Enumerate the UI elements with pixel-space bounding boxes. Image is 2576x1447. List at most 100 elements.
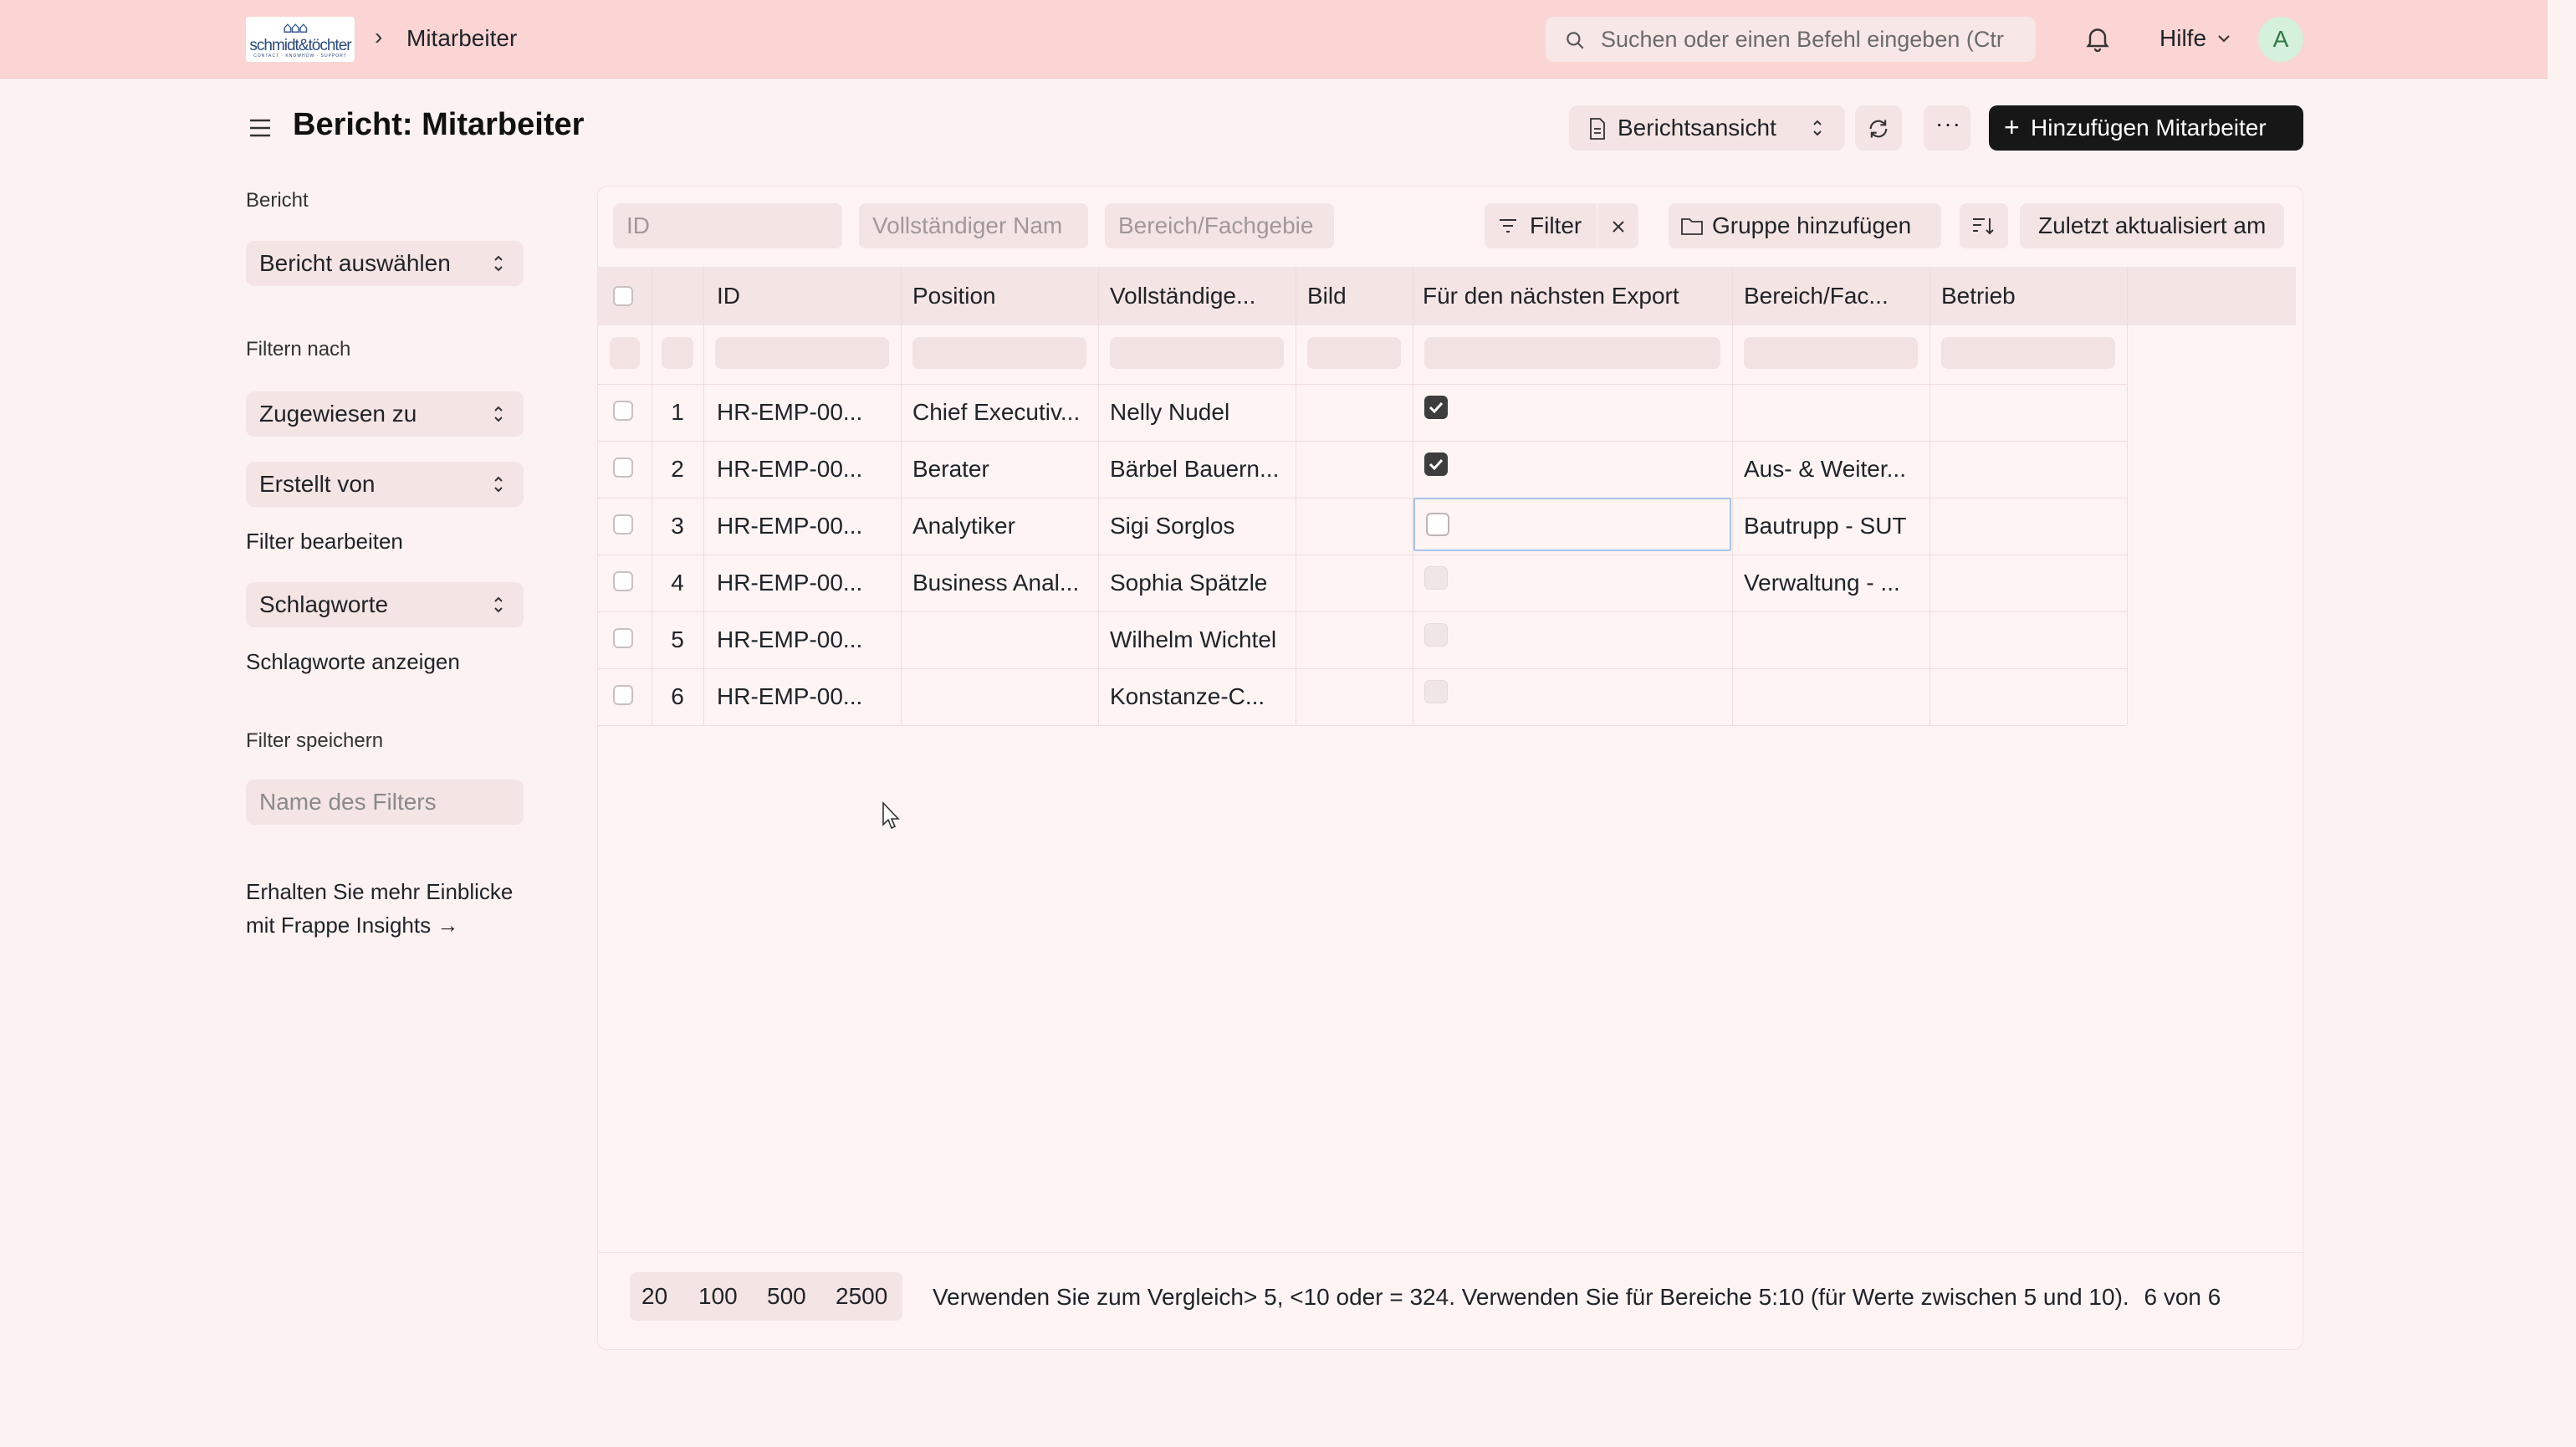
company-logo[interactable]: ⌂⌂⌂ schmidt&töchter CONTACT · KNOWHOW · …: [246, 17, 355, 62]
export-checkbox[interactable]: [1424, 453, 1448, 476]
report-view-selector[interactable]: Berichtsansicht: [1569, 105, 1845, 151]
area-filter-input[interactable]: [1105, 203, 1334, 248]
cell-area[interactable]: Bautrupp - SUT: [1744, 498, 1924, 555]
sort-order-button[interactable]: [1960, 203, 2008, 248]
sort-order-icon: [1973, 218, 1994, 235]
row-checkbox[interactable]: [613, 458, 633, 478]
report-select-label: Bericht auswählen: [259, 250, 451, 276]
plus-icon: +: [2004, 112, 2020, 142]
cell-position[interactable]: [912, 668, 1093, 725]
column-header-position[interactable]: Position: [912, 267, 1096, 325]
cell-area[interactable]: [1744, 384, 1924, 441]
row-filter-cell[interactable]: [1110, 337, 1284, 369]
row-filter-cell[interactable]: [912, 337, 1086, 369]
reload-button[interactable]: [1855, 105, 1902, 151]
row-checkbox[interactable]: [613, 628, 633, 648]
cell-operation[interactable]: [1941, 384, 2122, 441]
export-checkbox[interactable]: [1424, 566, 1448, 590]
cell-id[interactable]: HR-EMP-00...: [717, 611, 892, 668]
chevron-down-icon[interactable]: [2216, 33, 2231, 43]
row-checkbox[interactable]: [613, 514, 633, 534]
cell-id[interactable]: HR-EMP-00...: [717, 498, 892, 555]
hamburger-menu-icon[interactable]: [248, 115, 273, 141]
row-filter-cell[interactable]: [1941, 337, 2115, 369]
row-filter-cell[interactable]: [1307, 337, 1401, 369]
bell-icon[interactable]: [2083, 23, 2113, 54]
cell-position[interactable]: Chief Executiv...: [912, 384, 1093, 441]
report-select[interactable]: Bericht auswählen: [246, 241, 524, 286]
cell-full-name[interactable]: Bärbel Bauern...: [1110, 441, 1291, 498]
cell-operation[interactable]: [1941, 498, 2122, 555]
cell-position[interactable]: Berater: [912, 441, 1093, 498]
breadcrumb[interactable]: Mitarbeiter: [406, 25, 517, 52]
select-all-checkbox[interactable]: [613, 286, 633, 306]
check-icon: [1429, 401, 1444, 414]
cell-position[interactable]: [912, 611, 1093, 668]
row-checkbox[interactable]: [613, 401, 633, 421]
cell-area[interactable]: [1744, 668, 1924, 725]
add-employee-button[interactable]: + Hinzufügen Mitarbeiter: [1989, 105, 2303, 151]
cell-id[interactable]: HR-EMP-00...: [717, 384, 892, 441]
filter-syntax-hint: Verwenden Sie zum Vergleich> 5, <10 oder…: [933, 1284, 2129, 1310]
assigned-to-select[interactable]: Zugewiesen zu: [246, 391, 524, 437]
export-checkbox[interactable]: [1424, 396, 1448, 419]
page-size-100[interactable]: 100: [698, 1272, 738, 1321]
help-menu[interactable]: Hilfe: [2159, 25, 2206, 52]
focused-cell[interactable]: [1413, 498, 1731, 551]
id-filter-input[interactable]: [613, 203, 842, 248]
row-filter-cell[interactable]: [715, 337, 889, 369]
cell-full-name[interactable]: Wilhelm Wichtel: [1110, 611, 1291, 668]
show-tags-link[interactable]: Schlagworte anzeigen: [246, 649, 460, 675]
export-checkbox[interactable]: [1424, 623, 1448, 647]
avatar[interactable]: A: [2258, 17, 2303, 62]
cell-full-name[interactable]: Sophia Spätzle: [1110, 555, 1291, 611]
cell-operation[interactable]: [1941, 668, 2122, 725]
export-checkbox[interactable]: [1424, 680, 1448, 703]
row-filter-cell[interactable]: [610, 337, 640, 369]
row-filter-cell[interactable]: [1424, 337, 1720, 369]
page-size-500[interactable]: 500: [767, 1272, 806, 1321]
sort-field-label: Zuletzt aktualisiert am: [2038, 212, 2267, 238]
edit-filters-link[interactable]: Filter bearbeiten: [246, 529, 403, 555]
search-input[interactable]: [1601, 17, 2027, 62]
clear-filter-icon[interactable]: [1610, 218, 1627, 235]
add-group-button[interactable]: Gruppe hinzufügen: [1669, 203, 1941, 248]
cell-position[interactable]: Business Anal...: [912, 555, 1093, 611]
cell-operation[interactable]: [1941, 555, 2122, 611]
column-header-id[interactable]: ID: [717, 267, 901, 325]
export-checkbox[interactable]: [1426, 513, 1449, 536]
column-header-operation[interactable]: Betrieb: [1941, 267, 2125, 325]
logo-subtext: CONTACT · KNOWHOW · SUPPORT: [253, 54, 347, 59]
report-panel: Filter Gruppe hinzufügen Zuletzt aktuali…: [597, 186, 2304, 1350]
row-checkbox[interactable]: [613, 571, 633, 591]
page-size-20[interactable]: 20: [641, 1272, 667, 1321]
cell-area[interactable]: Aus- & Weiter...: [1744, 441, 1924, 498]
frappe-insights-link[interactable]: Erhalten Sie mehr Einblicke mit Frappe I…: [246, 875, 547, 942]
cell-id[interactable]: HR-EMP-00...: [717, 555, 892, 611]
sort-field-button[interactable]: Zuletzt aktualisiert am: [2020, 203, 2284, 248]
row-filter-cell[interactable]: [1744, 337, 1918, 369]
column-header-area[interactable]: Bereich/Fac...: [1744, 267, 1928, 325]
cell-id[interactable]: HR-EMP-00...: [717, 668, 892, 725]
cell-full-name[interactable]: Nelly Nudel: [1110, 384, 1291, 441]
row-filter-cell[interactable]: [662, 337, 693, 369]
name-filter-input[interactable]: [859, 203, 1088, 248]
cell-full-name[interactable]: Konstanze-C...: [1110, 668, 1291, 725]
row-checkbox[interactable]: [613, 685, 633, 705]
page-size-2500[interactable]: 2500: [836, 1272, 887, 1321]
cell-area[interactable]: [1744, 611, 1924, 668]
filter-name-input[interactable]: [246, 780, 524, 825]
search-bar[interactable]: [1546, 17, 2036, 62]
cell-operation[interactable]: [1941, 611, 2122, 668]
more-actions-button[interactable]: ···: [1924, 105, 1970, 151]
cell-operation[interactable]: [1941, 441, 2122, 498]
tags-select[interactable]: Schlagworte: [246, 582, 524, 627]
column-header-full-name[interactable]: Vollständige...: [1110, 267, 1296, 325]
cell-position[interactable]: Analytiker: [912, 498, 1093, 555]
created-by-select[interactable]: Erstellt von: [246, 462, 524, 507]
cell-full-name[interactable]: Sigi Sorglos: [1110, 498, 1291, 555]
cell-id[interactable]: HR-EMP-00...: [717, 441, 892, 498]
column-header-image[interactable]: Bild: [1307, 267, 1408, 325]
column-header-next-export[interactable]: Für den nächsten Export: [1423, 267, 1732, 325]
cell-area[interactable]: Verwaltung - ...: [1744, 555, 1924, 611]
